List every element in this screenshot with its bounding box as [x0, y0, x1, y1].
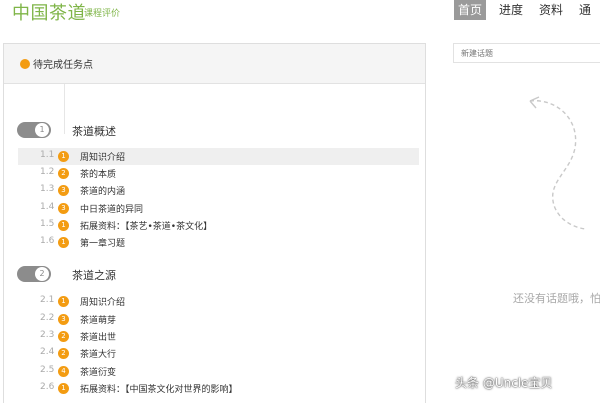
task-number: 2.4 [40, 347, 55, 357]
task-number: 1.1 [40, 150, 55, 160]
task-item[interactable]: 1.5 1 拓展资料：【茶艺•茶道•茶文化】 [18, 217, 419, 234]
panel-header: 待完成任务点 [4, 44, 425, 84]
task-count-badge: 3 [58, 314, 69, 325]
task-item[interactable]: 1.2 2 茶的本质 [18, 165, 419, 182]
task-count-badge: 2 [58, 331, 69, 342]
task-number: 1.4 [40, 202, 55, 212]
task-label: 茶道萌芽 [80, 316, 117, 326]
task-label: 茶道大行 [80, 350, 117, 360]
topics-area: 还没有话题哦，怕 [445, 43, 600, 400]
task-item[interactable]: 2.2 3 茶道萌芽 [18, 311, 419, 328]
task-item[interactable]: 2.4 2 茶道大行 [18, 345, 419, 362]
task-count-badge: 1 [58, 237, 69, 248]
task-count-badge: 3 [58, 203, 69, 214]
task-label: 第一章习题 [80, 239, 126, 249]
task-label: 拓展资料：【茶艺•茶道•茶文化】 [80, 222, 213, 232]
task-label: 中日茶道的异同 [80, 205, 144, 215]
task-count-badge: 1 [58, 151, 69, 162]
task-number: 1.5 [40, 219, 55, 229]
task-item[interactable]: 1.1 1 周知识介绍 [18, 148, 419, 165]
task-count-badge: 2 [58, 168, 69, 179]
task-item[interactable]: 1.3 3 茶道的内涵 [18, 182, 419, 199]
task-label: 茶的本质 [80, 170, 117, 180]
task-label: 茶道衍变 [80, 368, 117, 378]
task-item[interactable]: 2.5 4 茶道衍变 [18, 363, 419, 380]
task-number: 1.6 [40, 236, 55, 246]
main-nav: 首页 进度 资料 通 [454, 0, 594, 20]
empty-topics-message: 还没有话题哦，怕 [513, 292, 600, 305]
dashed-arrow-icon [529, 96, 586, 230]
task-number: 2.1 [40, 295, 55, 305]
task-number: 2.5 [40, 365, 55, 375]
task-count-badge: 2 [58, 348, 69, 359]
task-label: 茶道的内涵 [80, 187, 126, 197]
task-label: 拓展资料：【中国茶文化对世界的影响】 [80, 385, 238, 395]
task-item[interactable]: 2.3 2 茶道出世 [18, 328, 419, 345]
watermark: 头条 @Uncle宝贝 [455, 376, 553, 390]
chapter-number: 1 [35, 123, 49, 137]
toggle-switch-icon[interactable]: 2 [17, 266, 51, 282]
task-count-badge: 4 [58, 366, 69, 377]
nav-progress[interactable]: 进度 [496, 0, 526, 20]
task-count-badge: 1 [58, 220, 69, 231]
panel-title: 待完成任务点 [33, 60, 93, 71]
nav-materials[interactable]: 资料 [536, 0, 566, 20]
course-evaluation-link[interactable]: 课程评价 [84, 6, 120, 19]
task-label: 茶道出世 [80, 333, 117, 343]
chapter-header[interactable]: 1 茶道概述 [17, 120, 417, 140]
task-number: 2.6 [40, 382, 55, 392]
nav-home[interactable]: 首页 [454, 0, 487, 20]
pending-tasks-panel: 待完成任务点 1 茶道概述 1.1 1 周知识介绍 1.2 2 茶的本质 1.3… [3, 43, 426, 403]
app-header: 中国茶道 课程评价 首页 进度 资料 通 [0, 0, 600, 30]
task-number: 1.3 [40, 184, 55, 194]
task-number: 2.3 [40, 330, 55, 340]
task-count-badge: 3 [58, 185, 69, 196]
task-item[interactable]: 1.6 1 第一章习题 [18, 234, 419, 251]
toggle-switch-icon[interactable]: 1 [17, 122, 51, 138]
task-label: 周知识介绍 [80, 298, 126, 308]
task-number: 1.2 [40, 167, 55, 177]
nav-notice[interactable]: 通 [576, 0, 594, 20]
task-item[interactable]: 2.1 1 周知识介绍 [18, 293, 419, 310]
task-number: 2.2 [40, 313, 55, 323]
chapter-header[interactable]: 2 茶道之源 [17, 264, 417, 284]
chapter-title: 茶道概述 [72, 125, 116, 138]
orange-dot-icon [20, 59, 30, 69]
chapter-number: 2 [35, 267, 49, 281]
task-count-badge: 1 [58, 383, 69, 394]
task-item[interactable]: 1.4 3 中日茶道的异同 [18, 200, 419, 217]
course-title[interactable]: 中国茶道 [12, 0, 86, 25]
new-topic-input[interactable] [453, 43, 600, 63]
chapter-title: 茶道之源 [72, 269, 116, 282]
task-label: 周知识介绍 [80, 153, 126, 163]
task-count-badge: 1 [58, 296, 69, 307]
task-item[interactable]: 2.6 1 拓展资料：【中国茶文化对世界的影响】 [18, 380, 419, 397]
